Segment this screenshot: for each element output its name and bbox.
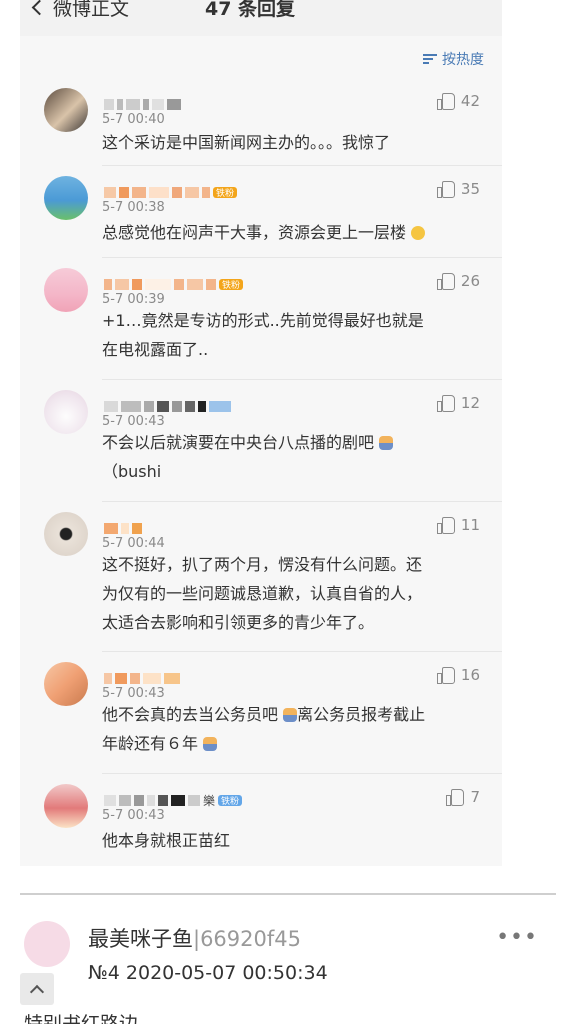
- comment-item[interactable]: 5-7 00:40 42 这个采访是中国新闻网主办的。。。我惊了: [20, 78, 502, 166]
- next-post: 最美咪子鱼|66920f45 №4 2020-05-07 00:50:34 ••…: [0, 895, 576, 1024]
- avatar[interactable]: [24, 921, 70, 967]
- back-button[interactable]: 微博正文: [31, 0, 130, 21]
- chevron-up-icon: [29, 984, 45, 999]
- like-button[interactable]: 11: [436, 516, 480, 534]
- comment-text: 这不挺好，扒了两个月，愣没有什么问题。还 为仅有的一些问题诚恳道歉，认真自省的人，…: [102, 555, 423, 632]
- avatar[interactable]: [44, 268, 88, 312]
- sort-icon: [423, 53, 437, 65]
- like-button[interactable]: 12: [436, 394, 480, 412]
- username-blurred[interactable]: [104, 522, 142, 534]
- fan-badge: 铁粉: [218, 794, 243, 807]
- username-blurred[interactable]: [104, 400, 231, 412]
- comment-time: 5-7 00:43: [102, 808, 165, 823]
- avatar[interactable]: [44, 784, 88, 828]
- thumbs-up-icon: [436, 92, 455, 110]
- username-suffix: 樂: [203, 793, 216, 808]
- avatar[interactable]: [44, 88, 88, 132]
- username-blurred[interactable]: [104, 672, 180, 684]
- like-button[interactable]: 16: [436, 666, 480, 684]
- thumbs-up-icon: [436, 516, 455, 534]
- top-nav-bar: 微博正文 47 条回复: [20, 0, 502, 26]
- comment-item[interactable]: 樂 铁粉 5-7 00:43 7 他本身就根正苗红: [20, 774, 502, 866]
- face-emoji-icon: [283, 708, 298, 722]
- comment-item[interactable]: 5-7 00:43 16 他不会真的去当公务员吧 离公务员报考截止 年龄还有６年: [20, 652, 502, 774]
- like-count: 7: [470, 788, 480, 806]
- thinking-emoji-icon: [411, 226, 426, 240]
- comment-item[interactable]: 铁粉 5-7 00:38 35 总感觉他在闷声干大事，资源会更上一层楼: [20, 166, 502, 258]
- back-label: 微博正文: [53, 0, 130, 20]
- comment-text: 这个采访是中国新闻网主办的。。。我惊了: [102, 133, 391, 152]
- like-count: 26: [460, 272, 480, 290]
- like-button[interactable]: 26: [436, 272, 480, 290]
- avatar[interactable]: [44, 512, 88, 556]
- chevron-left-icon: [31, 0, 48, 16]
- like-count: 42: [460, 92, 480, 110]
- like-button[interactable]: 35: [436, 180, 480, 198]
- post-author[interactable]: 最美咪子鱼|66920f45: [88, 923, 301, 953]
- username-blurred[interactable]: 铁粉: [104, 278, 244, 291]
- page-title: 47 条回复: [205, 0, 296, 20]
- thumbs-up-icon: [436, 394, 455, 412]
- like-button[interactable]: 7: [446, 788, 480, 806]
- sort-by-hot-button[interactable]: 按热度: [423, 49, 484, 69]
- like-button[interactable]: 42: [436, 92, 480, 110]
- sort-label: 按热度: [442, 52, 484, 68]
- more-options-button[interactable]: •••: [496, 925, 538, 950]
- avatar[interactable]: [44, 390, 88, 434]
- username-blurred[interactable]: 樂 铁粉: [104, 793, 243, 808]
- thumbs-up-icon: [446, 788, 465, 806]
- post-meta: №4 2020-05-07 00:50:34: [88, 962, 328, 984]
- avatar[interactable]: [44, 176, 88, 220]
- comment-time: 5-7 00:43: [102, 414, 165, 429]
- username-blurred[interactable]: 铁粉: [104, 186, 238, 199]
- comment-item[interactable]: 5-7 00:44 11 这不挺好，扒了两个月，愣没有什么问题。还 为仅有的一些问…: [20, 502, 502, 652]
- thumbs-up-icon: [436, 666, 455, 684]
- thumbs-up-icon: [436, 272, 455, 290]
- comment-text: 不会以后就演要在中央台八点播的剧吧 （bushi: [102, 428, 482, 486]
- username-blurred[interactable]: [104, 98, 181, 110]
- comment-time: 5-7 00:43: [102, 686, 165, 701]
- comment-text: +1…竟然是专访的形式..先前觉得最好也就是 在电视露面了..: [102, 311, 424, 359]
- comment-time: 5-7 00:38: [102, 200, 165, 215]
- like-count: 16: [460, 666, 480, 684]
- like-count: 35: [460, 180, 480, 198]
- sort-bar: 按热度: [20, 36, 502, 78]
- scroll-to-top-button[interactable]: [20, 973, 54, 1005]
- comment-time: 5-7 00:39: [102, 292, 165, 307]
- comment-text: 总感觉他在闷声干大事，资源会更上一层楼: [102, 218, 482, 247]
- comment-item[interactable]: 5-7 00:43 12 不会以后就演要在中央台八点播的剧吧 （bushi: [20, 380, 502, 502]
- fan-badge: 铁粉: [219, 278, 244, 291]
- face-emoji-icon: [203, 737, 218, 751]
- post-text-cut: 特别书红路边: [24, 1013, 139, 1024]
- face-emoji-icon: [379, 436, 394, 450]
- comment-text: 他不会真的去当公务员吧 离公务员报考截止 年龄还有６年: [102, 705, 426, 753]
- like-count: 11: [460, 516, 480, 534]
- comment-time: 5-7 00:44: [102, 536, 165, 551]
- thumbs-up-icon: [436, 180, 455, 198]
- fan-badge: 铁粉: [213, 186, 238, 199]
- comment-item[interactable]: 铁粉 5-7 00:39 26 +1…竟然是专访的形式..先前觉得最好也就是 在电…: [20, 258, 502, 380]
- comment-list: 按热度 5-7 00:40 42 这个采访是中国新闻网主办的。。。我惊了 铁粉: [20, 36, 502, 866]
- like-count: 12: [460, 394, 480, 412]
- comment-time: 5-7 00:40: [102, 112, 165, 127]
- comment-text: 他本身就根正苗红: [102, 831, 231, 850]
- replies-panel: 微博正文 47 条回复 按热度 5-7 00:40 42 这个采访是中国新闻网主…: [20, 0, 502, 866]
- avatar[interactable]: [44, 662, 88, 706]
